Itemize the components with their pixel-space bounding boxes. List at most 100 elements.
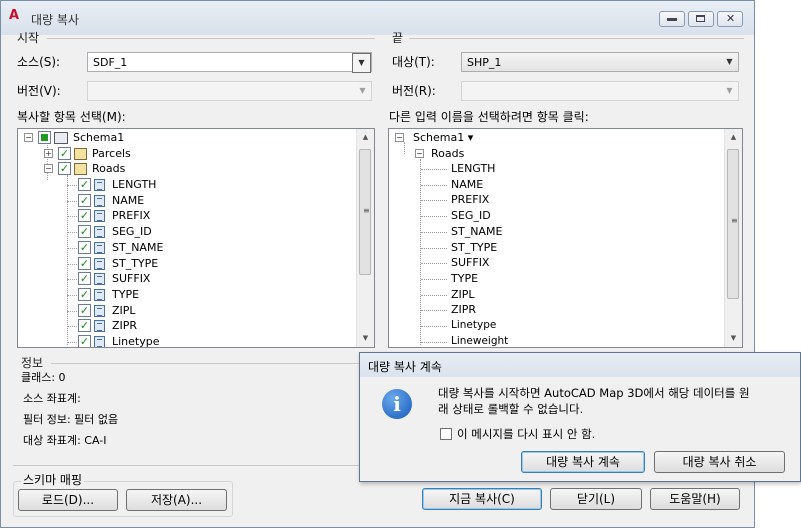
scroll-down-icon[interactable]: ▼ bbox=[725, 330, 742, 347]
info-filter: 필터 정보: 필터 없음 bbox=[23, 413, 119, 426]
target-tree-node-table[interactable]: − Roads bbox=[415, 146, 695, 161]
close-dialog-button[interactable]: 닫기(L) bbox=[550, 488, 642, 510]
tree-node-field[interactable]: ✓ TYPE bbox=[66, 287, 346, 302]
target-tree-node-field[interactable]: LENGTH bbox=[421, 161, 701, 176]
schema-checkbox[interactable] bbox=[38, 131, 51, 144]
field-label: Linetype bbox=[112, 335, 160, 348]
field-label: PREFIX bbox=[112, 209, 151, 223]
scroll-up-icon[interactable]: ▲ bbox=[357, 129, 374, 146]
tree-node-schema[interactable]: − Schema1 bbox=[24, 130, 324, 145]
target-tree-node-field[interactable]: ST_TYPE bbox=[421, 240, 701, 255]
target-table-label: Roads bbox=[431, 147, 465, 160]
scroll-up-icon[interactable]: ▲ bbox=[725, 129, 742, 146]
target-tree-node-field[interactable]: Lineweight bbox=[421, 334, 701, 347]
schema-label: Schema1 bbox=[73, 131, 125, 144]
field-checkbox[interactable]: ✓ bbox=[78, 240, 91, 254]
source-tree-scrollbar[interactable]: ▲ ≡ ▼ bbox=[356, 129, 374, 347]
tree-node-table[interactable]: − ✓ Roads bbox=[44, 161, 324, 176]
table-label: Roads bbox=[92, 162, 126, 175]
target-tree-node-field[interactable]: Linetype bbox=[421, 318, 701, 333]
scroll-thumb[interactable]: ≡ bbox=[359, 149, 371, 275]
target-tree-node-field[interactable]: SEG_ID bbox=[421, 208, 701, 223]
target-field-label: ST_NAME bbox=[451, 224, 503, 238]
tree-node-field[interactable]: ✓ NAME bbox=[66, 193, 346, 208]
target-tree[interactable]: − Schema1 ▾ − Roads LENGTH NAME PREFIX SEG_… bbox=[388, 128, 743, 348]
info-class: 클래스: 0 bbox=[21, 371, 66, 384]
tree-node-field[interactable]: ✓ LENGTH bbox=[66, 177, 346, 192]
source-tree[interactable]: − Schema1 + ✓ Parcels − ✓ Roads ✓ LENGTH ✓… bbox=[17, 128, 375, 348]
minimize-button[interactable] bbox=[659, 11, 685, 27]
target-tree-node-field[interactable]: NAME bbox=[421, 177, 701, 192]
chevron-down-icon[interactable]: ▼ bbox=[721, 53, 738, 71]
target-tree-node-schema[interactable]: − Schema1 ▾ bbox=[395, 130, 695, 145]
target-tree-node-field[interactable]: ST_NAME bbox=[421, 224, 701, 239]
source-select[interactable]: SDF_1 ▼ bbox=[87, 52, 372, 73]
field-checkbox[interactable]: ✓ bbox=[78, 303, 91, 317]
tree-guide bbox=[421, 341, 447, 343]
target-field-label: ST_TYPE bbox=[451, 240, 498, 254]
dont-show-checkbox[interactable] bbox=[440, 428, 452, 440]
target-tree-node-field[interactable]: ZIPL bbox=[421, 287, 701, 302]
field-checkbox[interactable]: ✓ bbox=[78, 225, 91, 239]
target-tree-node-field[interactable]: SUFFIX bbox=[421, 255, 701, 270]
continue-copy-button[interactable]: 대량 복사 계속 bbox=[521, 451, 645, 473]
field-checkbox[interactable]: ✓ bbox=[78, 256, 91, 270]
scroll-down-icon[interactable]: ▼ bbox=[357, 330, 374, 347]
field-checkbox[interactable]: ✓ bbox=[78, 287, 91, 301]
source-group-line bbox=[47, 38, 375, 39]
field-checkbox[interactable]: ✓ bbox=[78, 178, 91, 191]
tree-guide bbox=[421, 184, 447, 186]
tree-node-field[interactable]: ✓ ZIPR bbox=[66, 318, 346, 333]
table-checkbox[interactable]: ✓ bbox=[58, 162, 71, 175]
table-checkbox[interactable]: ✓ bbox=[58, 147, 71, 160]
tree-node-field[interactable]: ✓ PREFIX bbox=[66, 208, 346, 223]
target-version-select[interactable]: ▼ bbox=[461, 81, 739, 101]
field-checkbox[interactable]: ✓ bbox=[78, 193, 91, 207]
scroll-thumb[interactable]: ≡ bbox=[727, 149, 739, 299]
tree-node-field[interactable]: ✓ Linetype bbox=[66, 334, 346, 348]
field-checkbox[interactable]: ✓ bbox=[78, 335, 91, 347]
source-group-label: 시작 bbox=[17, 31, 40, 45]
load-button[interactable]: 로드(D)... bbox=[18, 489, 118, 511]
field-icon bbox=[94, 273, 105, 286]
field-checkbox[interactable]: ✓ bbox=[78, 209, 91, 223]
chevron-down-icon[interactable]: ▼ bbox=[352, 53, 371, 73]
tree-node-field[interactable]: ✓ ST_TYPE bbox=[66, 256, 346, 271]
collapse-icon[interactable]: − bbox=[415, 149, 424, 158]
close-button[interactable]: ✕ bbox=[717, 11, 743, 27]
maximize-button[interactable] bbox=[688, 11, 714, 27]
collapse-icon[interactable]: − bbox=[24, 133, 33, 142]
tree-guide bbox=[67, 200, 77, 202]
source-select-value: SDF_1 bbox=[93, 56, 128, 69]
collapse-icon[interactable]: − bbox=[395, 133, 404, 142]
target-field-label: LENGTH bbox=[451, 162, 496, 175]
collapse-icon[interactable]: − bbox=[44, 164, 53, 173]
field-label: SUFFIX bbox=[112, 272, 151, 286]
cancel-copy-button[interactable]: 대량 복사 취소 bbox=[654, 451, 785, 473]
field-checkbox[interactable]: ✓ bbox=[78, 272, 91, 286]
tree-node-field[interactable]: ✓ ST_NAME bbox=[66, 240, 346, 255]
field-label: TYPE bbox=[112, 287, 140, 301]
target-tree-scrollbar[interactable]: ▲ ≡ ▼ bbox=[724, 129, 742, 347]
target-field-label: TYPE bbox=[451, 271, 479, 285]
tree-guide bbox=[421, 247, 447, 249]
tree-node-field[interactable]: ✓ ZIPL bbox=[66, 303, 346, 318]
target-tree-node-field[interactable]: ZIPR bbox=[421, 302, 701, 317]
help-button[interactable]: 도움말(H) bbox=[650, 488, 740, 510]
field-icon bbox=[94, 336, 105, 347]
tree-node-table[interactable]: + ✓ Parcels bbox=[44, 146, 324, 161]
dont-show-label[interactable]: 이 메시지를 다시 표시 안 함. bbox=[457, 426, 595, 442]
tree-node-field[interactable]: ✓ SEG_ID bbox=[66, 224, 346, 239]
target-tree-node-field[interactable]: TYPE bbox=[421, 271, 701, 286]
tree-guide bbox=[67, 310, 77, 312]
copy-now-button[interactable]: 지금 복사(C) bbox=[422, 488, 542, 510]
target-select[interactable]: SHP_1 ▼ bbox=[461, 52, 739, 72]
save-button[interactable]: 저장(A)... bbox=[126, 489, 227, 511]
target-tree-node-field[interactable]: PREFIX bbox=[421, 192, 701, 207]
source-version-select[interactable]: ▼ bbox=[87, 81, 372, 101]
tree-node-field[interactable]: ✓ SUFFIX bbox=[66, 271, 346, 286]
field-label: SEG_ID bbox=[112, 225, 152, 239]
field-label: ZIPL bbox=[112, 303, 136, 317]
expand-icon[interactable]: + bbox=[44, 149, 53, 158]
field-checkbox[interactable]: ✓ bbox=[78, 319, 91, 333]
